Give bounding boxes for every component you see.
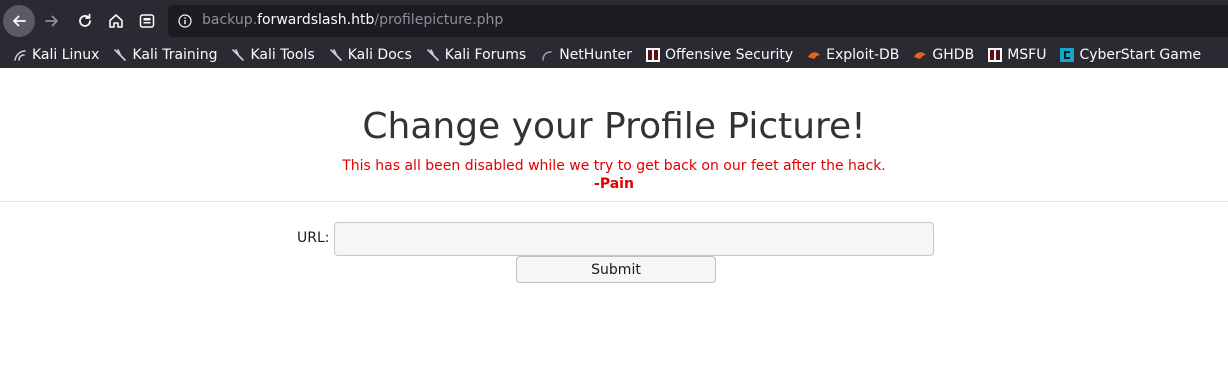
bookmark-exploit-db[interactable]: Exploit-DB xyxy=(806,47,899,63)
kali-dragon-icon xyxy=(425,47,441,63)
kali-dragon-icon xyxy=(230,47,246,63)
exploitdb-icon xyxy=(912,47,928,63)
home-button[interactable] xyxy=(100,5,132,37)
bookmark-msfu[interactable]: MSFU xyxy=(987,47,1046,63)
bookmark-label: Kali Linux xyxy=(32,47,100,63)
bookmark-label: Kali Tools xyxy=(250,47,315,63)
url-subdomain: backup. xyxy=(202,12,258,28)
kali-dragon-icon xyxy=(112,47,128,63)
bookmark-ghdb[interactable]: GHDB xyxy=(912,47,974,63)
exploitdb-icon xyxy=(806,47,822,63)
reader-view-icon xyxy=(139,14,155,28)
page-content: Change your Profile Picture! This has al… xyxy=(0,68,1228,379)
url-input[interactable] xyxy=(334,222,934,256)
arrow-right-icon xyxy=(45,15,58,27)
divider xyxy=(0,201,1228,202)
reload-button[interactable] xyxy=(69,5,101,37)
submit-button[interactable]: Submit xyxy=(516,256,716,283)
kali-dragon-icon xyxy=(12,47,28,63)
bookmark-kali-linux[interactable]: Kali Linux xyxy=(12,47,99,63)
bookmark-label: Exploit-DB xyxy=(826,47,900,63)
address-text: backup.forwardslash.htb/profilepicture.p… xyxy=(202,12,503,28)
browser-chrome: backup.forwardslash.htb/profilepicture.p… xyxy=(0,0,1228,68)
reader-view-button[interactable] xyxy=(131,5,163,37)
bookmark-label: Kali Docs xyxy=(347,47,412,63)
navigation-toolbar: backup.forwardslash.htb/profilepicture.p… xyxy=(0,0,1228,42)
home-icon xyxy=(109,14,123,28)
bookmark-label: GHDB xyxy=(932,47,975,63)
nethunter-icon xyxy=(539,47,555,63)
address-bar[interactable]: backup.forwardslash.htb/profilepicture.p… xyxy=(168,5,1228,37)
bookmark-kali-docs[interactable]: Kali Docs xyxy=(328,47,412,63)
offsec-icon xyxy=(645,47,661,63)
bookmark-offensive-security[interactable]: Offensive Security xyxy=(645,47,793,63)
bookmark-kali-tools[interactable]: Kali Tools xyxy=(230,47,315,63)
bookmark-label: CyberStart Game xyxy=(1079,47,1202,63)
site-info-icon[interactable] xyxy=(178,14,192,28)
page-title: Change your Profile Picture! xyxy=(362,106,866,147)
bookmarks-toolbar: Kali Linux Kali Training Kali Tools Kali… xyxy=(0,42,1228,68)
arrow-left-icon xyxy=(13,15,26,27)
bookmark-kali-forums[interactable]: Kali Forums xyxy=(425,47,526,63)
disabled-notice: This has all been disabled while we try … xyxy=(342,158,886,174)
url-domain: forwardslash.htb xyxy=(257,12,375,28)
back-button[interactable] xyxy=(3,5,35,37)
bookmark-label: Kali Forums xyxy=(444,47,527,63)
bookmark-label: NetHunter xyxy=(559,47,632,63)
url-field-label: URL: xyxy=(297,230,330,246)
bookmark-label: Offensive Security xyxy=(664,47,794,63)
bookmark-kali-training[interactable]: Kali Training xyxy=(112,47,217,63)
notice-signature: -Pain xyxy=(594,176,634,192)
forward-button[interactable] xyxy=(36,5,68,37)
bookmark-cyberstart-game[interactable]: CyberStart Game xyxy=(1059,47,1201,63)
kali-dragon-icon xyxy=(328,47,344,63)
cyberstart-icon xyxy=(1059,47,1075,63)
reload-icon xyxy=(79,13,91,27)
offsec-icon xyxy=(987,47,1003,63)
bookmark-nethunter[interactable]: NetHunter xyxy=(539,47,632,63)
bookmark-label: MSFU xyxy=(1007,47,1047,63)
url-path: /profilepicture.php xyxy=(374,12,504,28)
bookmark-label: Kali Training xyxy=(132,47,218,63)
